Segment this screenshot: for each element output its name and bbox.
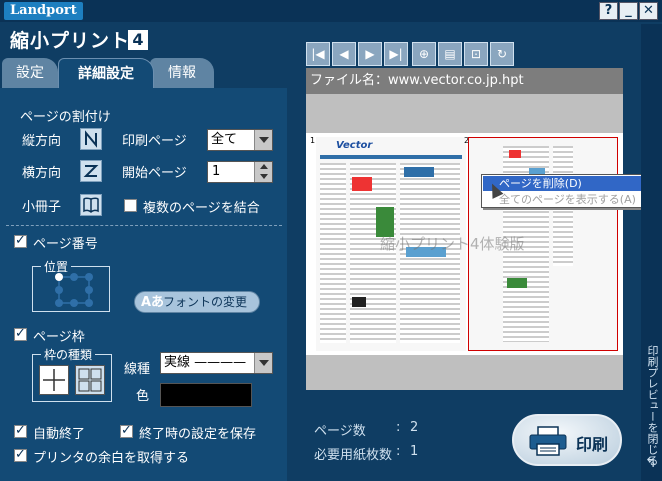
page1-logo: Vector: [336, 140, 373, 151]
page-count-sep: :: [396, 420, 401, 435]
start-page-value: 1: [212, 164, 221, 179]
page2-banner: [509, 150, 521, 158]
close-preview-label[interactable]: 印刷プレビューを閉じる: [646, 345, 659, 466]
auto-exit-checkbox[interactable]: [14, 423, 27, 438]
page1-thumb: [352, 297, 366, 307]
filename-header: ファイル名：www.vector.co.jp.hpt: [306, 68, 623, 94]
chevron-down-icon[interactable]: [254, 130, 272, 150]
back-arrow-icon[interactable]: ↰: [645, 455, 657, 471]
frame-type-groupbox: 枠の種類: [32, 346, 112, 402]
chevron-down-icon[interactable]: [254, 353, 272, 373]
delete-page-menu-item[interactable]: ページを削除(D): [483, 176, 647, 191]
start-page-label: 開始ページ: [122, 166, 187, 181]
sheet-count-value: 1: [410, 444, 419, 459]
tab-settings[interactable]: 設定: [2, 58, 58, 88]
trial-watermark: 縮小プリント4体験版: [380, 235, 525, 253]
zoom-in-icon[interactable]: ⊕: [412, 42, 436, 66]
page-context-menu: ページを削除(D) 全てのページを表示する(A): [481, 174, 649, 208]
font-icon: Aあ: [141, 295, 165, 310]
page1-box-1: [404, 167, 434, 177]
position-groupbox: 位置: [32, 258, 110, 312]
save-on-exit-checkbox[interactable]: [120, 423, 133, 438]
frame-type-title: 枠の種類: [41, 346, 96, 363]
print-page-value: 全て: [211, 132, 238, 147]
last-page-icon[interactable]: ▶|: [384, 42, 408, 66]
page1-banner: [352, 177, 372, 191]
prev-page-icon[interactable]: ◀: [332, 42, 356, 66]
start-page-stepper[interactable]: 1: [207, 161, 273, 183]
advanced-settings-panel: ページの割付け 縦方向 印刷ページ 全て 横方向 開始ページ 1 小冊子 複数の…: [0, 88, 287, 481]
page2-box-2: [507, 278, 527, 288]
fit-page-icon[interactable]: ▤: [438, 42, 462, 66]
tab-advanced-settings[interactable]: 詳細設定: [58, 58, 154, 88]
show-all-pages-menu-item[interactable]: 全てのページを表示する(A): [483, 192, 647, 207]
print-button[interactable]: 印刷: [512, 414, 622, 466]
minimize-button[interactable]: _: [619, 2, 638, 20]
page-count-value: 2: [410, 420, 419, 435]
frame-color-swatch[interactable]: [160, 383, 252, 407]
line-type-label: 線種: [124, 362, 151, 377]
page-number-1: 1: [310, 136, 316, 145]
printer-icon: [529, 426, 567, 456]
app-version: 4: [128, 30, 148, 50]
page-number-label: ページ番号: [33, 237, 98, 252]
page-number-checkbox[interactable]: [14, 233, 27, 248]
page-count-label: ページ数: [314, 424, 366, 439]
horizontal-order-icon[interactable]: [80, 160, 102, 182]
spin-up-icon[interactable]: [254, 162, 272, 172]
spin-down-icon[interactable]: [254, 172, 272, 182]
landport-logo: Landport: [4, 2, 83, 20]
booklet-label: 小冊子: [22, 200, 62, 215]
line-type-select[interactable]: 実線 ————: [160, 352, 273, 374]
sheet-count-label: 必要用紙枚数: [314, 448, 393, 463]
frame-each-page-icon[interactable]: [75, 365, 105, 395]
frame-single-icon[interactable]: [39, 365, 69, 395]
horizontal-label: 横方向: [22, 166, 62, 181]
close-button[interactable]: ✕: [639, 2, 658, 20]
print-page-select[interactable]: 全て: [207, 129, 273, 151]
page1-left-column: [320, 163, 346, 343]
vertical-order-icon[interactable]: [80, 128, 102, 150]
zoom-fit-icon[interactable]: ⊡: [464, 42, 488, 66]
print-page-label: 印刷ページ: [122, 134, 187, 149]
refresh-icon[interactable]: ↻: [490, 42, 514, 66]
page-frame-checkbox[interactable]: [14, 326, 27, 341]
booklet-icon[interactable]: [80, 194, 102, 216]
print-button-label: 印刷: [576, 435, 609, 454]
sheet-count-sep: :: [396, 444, 401, 459]
printer-margin-label: プリンタの余白を取得する: [33, 451, 190, 466]
printer-margin-checkbox[interactable]: [14, 447, 27, 462]
tab-info[interactable]: 情報: [150, 58, 214, 88]
color-label: 色: [136, 389, 150, 404]
position-grid-icon[interactable]: [53, 273, 95, 307]
combine-pages-label: 複数のページを結合: [143, 201, 260, 216]
first-page-icon[interactable]: |◀: [306, 42, 330, 66]
layout-section-title: ページの割付け: [20, 110, 111, 125]
title-bar: Landport ? _ ✕: [0, 0, 662, 22]
save-on-exit-label: 終了時の設定を保存: [139, 427, 257, 442]
line-type-value: 実線 ————: [164, 355, 247, 370]
section-divider: [6, 225, 282, 226]
vertical-label: 縦方向: [22, 134, 62, 149]
font-change-button[interactable]: Aあ フォントの変更: [134, 291, 260, 313]
page1-navbar: [320, 155, 462, 159]
page-frame-label: ページ枠: [33, 330, 85, 345]
app-window: Landport ? _ ✕ 縮小プリント 4 設定 情報 詳細設定 ページの割…: [0, 0, 662, 481]
help-button[interactable]: ?: [599, 2, 618, 20]
combine-pages-checkbox[interactable]: [124, 199, 137, 212]
font-change-label: フォントの変更: [163, 295, 248, 309]
next-page-icon[interactable]: ▶: [358, 42, 382, 66]
app-title: 縮小プリント: [10, 30, 131, 52]
auto-exit-label: 自動終了: [33, 427, 86, 442]
